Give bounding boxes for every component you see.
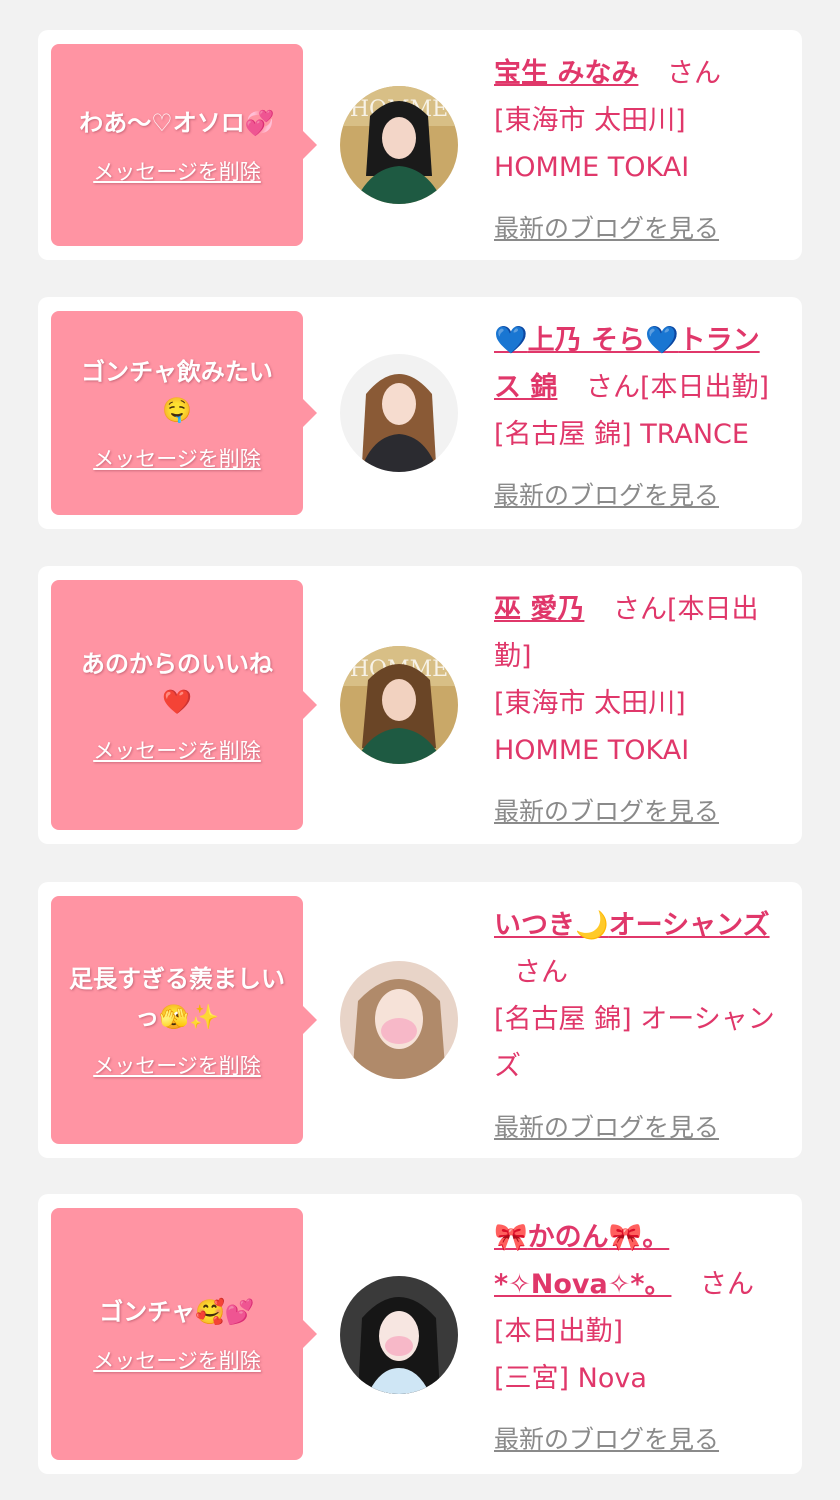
smiling-hearts-icon: 🥰💕 bbox=[195, 1298, 255, 1326]
message-list: わあ〜♡オソロ💞 メッセージを削除 HOMME 宝生 みなみ さん [東海市 太… bbox=[0, 0, 840, 1500]
message-bubble: ゴンチャ飲みたい 🤤 メッセージを削除 bbox=[51, 311, 317, 515]
shop-label: [東海市 太田川] HOMME TOKAI bbox=[494, 688, 690, 766]
revolving-hearts-icon: 💞 bbox=[244, 109, 275, 137]
message-bubble: あのからのいいね ❤️ メッセージを削除 bbox=[51, 580, 317, 830]
delete-message-link[interactable]: メッセージを削除 bbox=[93, 1050, 261, 1080]
avatar[interactable]: HOMME bbox=[340, 646, 458, 764]
message-card: ゴンチャ飲みたい 🤤 メッセージを削除 💙上乃 そら💙トランス 錦 さん[本日出勤… bbox=[38, 297, 802, 529]
sender-info: 宝生 みなみ さん [東海市 太田川] HOMME TOKAI 最新のブログを見… bbox=[494, 50, 782, 252]
honorific: さん bbox=[586, 372, 640, 403]
sender-name-link[interactable]: 巫 愛乃 bbox=[494, 594, 584, 625]
sender-info: 巫 愛乃 さん[本日出勤] [東海市 太田川] HOMME TOKAI 最新のブ… bbox=[494, 586, 782, 835]
message-text: 足長すぎる羨ましいっ🫣✨ bbox=[65, 960, 289, 1036]
message-bubble: ゴンチャ🥰💕 メッセージを削除 bbox=[51, 1208, 317, 1460]
message-text: ゴンチャ🥰💕 bbox=[99, 1293, 255, 1331]
honorific: さん bbox=[613, 594, 667, 625]
honorific: さん bbox=[700, 1269, 755, 1300]
delete-message-link[interactable]: メッセージを削除 bbox=[93, 443, 261, 473]
sender-name-link[interactable]: 宝生 みなみ bbox=[494, 58, 638, 89]
message-text: ゴンチャ飲みたい 🤤 bbox=[81, 353, 273, 429]
avatar[interactable]: HOMME bbox=[340, 86, 458, 204]
message-card: 足長すぎる羨ましいっ🫣✨ メッセージを削除 いつき🌙オーシャンズ さん [名古屋… bbox=[38, 882, 802, 1158]
message-bubble: 足長すぎる羨ましいっ🫣✨ メッセージを削除 bbox=[51, 896, 317, 1144]
blue-heart-icon: 💙 bbox=[494, 325, 528, 356]
sender-name-link[interactable]: いつき🌙オーシャンズ bbox=[494, 910, 770, 941]
message-bubble: わあ〜♡オソロ💞 メッセージを削除 bbox=[51, 44, 317, 246]
honorific: さん bbox=[667, 58, 721, 89]
ribbon-icon: 🎀 bbox=[608, 1222, 643, 1253]
avatar[interactable] bbox=[340, 354, 458, 472]
view-blog-link[interactable]: 最新のブログを見る bbox=[494, 788, 719, 835]
ribbon-icon: 🎀 bbox=[494, 1222, 528, 1253]
shop-label: [三宮] Nova bbox=[494, 1363, 647, 1394]
drooling-face-icon: 🤤 bbox=[162, 396, 192, 424]
sender-name-link[interactable]: 🎀かのん🎀。*✧Nova✧*。 bbox=[494, 1222, 671, 1300]
shop-label: [名古屋 錦] オーシャンズ bbox=[494, 1004, 775, 1082]
honorific: さん bbox=[514, 957, 568, 988]
peeking-face-sparkles-icon: 🫣✨ bbox=[159, 1003, 219, 1031]
blue-heart-icon: 💙 bbox=[645, 325, 679, 356]
avatar[interactable] bbox=[340, 1276, 458, 1394]
avatar[interactable] bbox=[340, 961, 458, 1079]
crescent-moon-icon: 🌙 bbox=[575, 910, 609, 941]
delete-message-link[interactable]: メッセージを削除 bbox=[93, 735, 261, 765]
message-card: ゴンチャ🥰💕 メッセージを削除 🎀かのん🎀。*✧Nova✧*。 さん [本日出勤]… bbox=[38, 1194, 802, 1474]
delete-message-link[interactable]: メッセージを削除 bbox=[93, 1345, 261, 1375]
view-blog-link[interactable]: 最新のブログを見る bbox=[494, 472, 719, 519]
delete-message-link[interactable]: メッセージを削除 bbox=[93, 156, 261, 186]
sender-info: いつき🌙オーシャンズ さん [名古屋 錦] オーシャンズ 最新のブログを見る bbox=[494, 902, 782, 1151]
view-blog-link[interactable]: 最新のブログを見る bbox=[494, 205, 719, 252]
message-card: わあ〜♡オソロ💞 メッセージを削除 HOMME 宝生 みなみ さん [東海市 太… bbox=[38, 30, 802, 260]
shop-label: [名古屋 錦] TRANCE bbox=[494, 419, 749, 450]
red-heart-icon: ❤️ bbox=[162, 688, 192, 716]
message-text: わあ〜♡オソロ💞 bbox=[79, 104, 274, 142]
shop-label: [東海市 太田川] HOMME TOKAI bbox=[494, 105, 690, 183]
sender-info: 💙上乃 そら💙トランス 錦 さん[本日出勤] [名古屋 錦] TRANCE 最新… bbox=[494, 317, 782, 519]
sender-info: 🎀かのん🎀。*✧Nova✧*。 さん [本日出勤] [三宮] Nova 最新のブロ… bbox=[494, 1214, 782, 1463]
message-text: あのからのいいね ❤️ bbox=[81, 645, 273, 721]
view-blog-link[interactable]: 最新のブログを見る bbox=[494, 1104, 719, 1151]
view-blog-link[interactable]: 最新のブログを見る bbox=[494, 1416, 719, 1463]
message-card: あのからのいいね❤️ メッセージを削除 HOMME 巫 愛乃 さん[本日出勤] … bbox=[38, 566, 802, 844]
work-status: [本日出勤] bbox=[494, 1316, 624, 1347]
work-status: [本日出勤] bbox=[640, 372, 770, 403]
